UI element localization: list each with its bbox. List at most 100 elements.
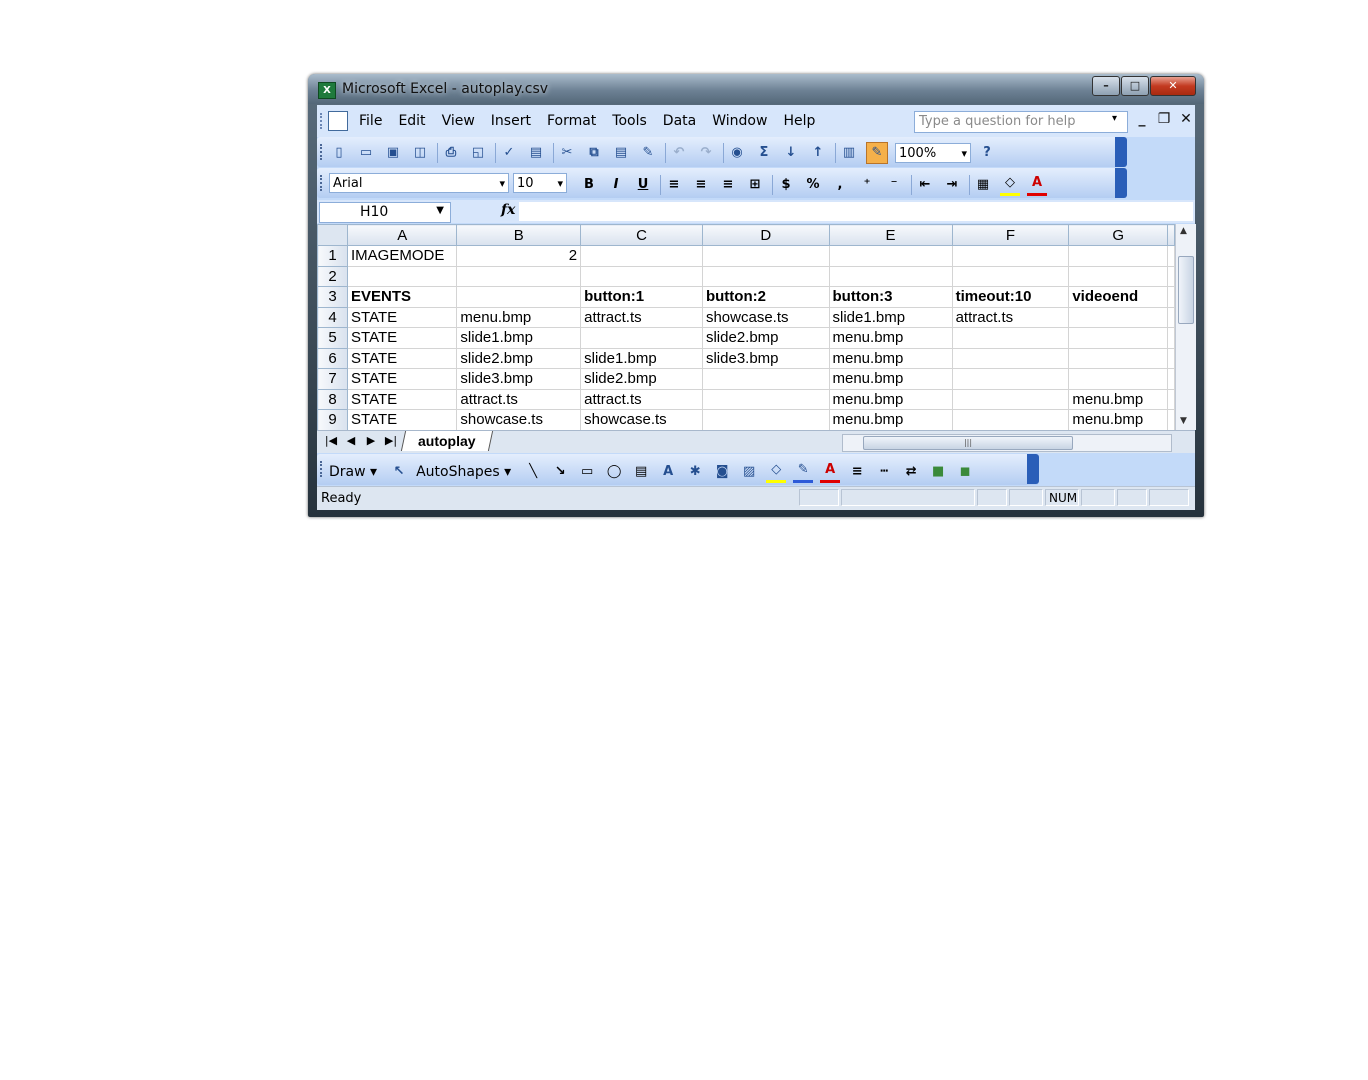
cell[interactable] [1167,388,1175,410]
arrow-style-icon[interactable]: ⇄ [901,462,921,482]
line-style-icon[interactable]: ≡ [847,462,867,482]
cell[interactable] [1167,409,1175,430]
chevron-down-icon[interactable]: ▼ [436,205,444,216]
text-box-icon[interactable]: ▤ [631,462,651,482]
cell[interactable] [1068,327,1168,349]
cell[interactable]: showcase.ts [580,409,703,430]
paste-icon[interactable]: ▤ [611,143,631,163]
next-sheet-icon[interactable]: ▶ [361,434,381,447]
cell[interactable]: menu.bmp [828,327,953,349]
menu-item-file[interactable]: File [359,113,382,129]
cell[interactable] [1167,306,1175,328]
cell[interactable]: slide2.bmp [580,368,703,390]
chart-wizard-icon[interactable]: ▥ [839,143,859,163]
row-header[interactable]: 5 [317,327,349,349]
help-dropdown-icon[interactable]: ▾ [1112,113,1117,124]
cell[interactable]: STATE [347,306,458,328]
cell[interactable] [1068,368,1168,390]
line-color-icon[interactable]: ✎ [793,460,814,483]
select-all-corner[interactable] [317,224,349,246]
cell[interactable]: attract.ts [580,306,703,328]
open-icon[interactable]: ▭ [356,143,376,163]
vertical-scrollbar[interactable]: ▲ ▼ [1175,224,1196,430]
insert-function-icon[interactable]: fx [501,202,515,218]
fill-color-icon[interactable]: ◇ [766,460,787,483]
cell[interactable] [1068,306,1168,328]
merge-center-icon[interactable]: ⊞ [745,175,765,195]
oval-icon[interactable]: ◯ [604,462,624,482]
cell[interactable]: menu.bmp [828,368,953,390]
cell[interactable] [951,347,1070,369]
cell[interactable]: menu.bmp [456,306,582,328]
cut-icon[interactable]: ✂ [557,143,577,163]
cell[interactable]: slide1.bmp [456,327,582,349]
underline-icon[interactable]: U [633,175,653,195]
italic-icon[interactable]: I [606,175,626,195]
close-button[interactable]: ✕ [1150,76,1196,96]
cell[interactable]: menu.bmp [828,388,953,410]
sort-ascending-icon[interactable]: ↓ [781,143,801,163]
vertical-scroll-thumb[interactable] [1178,256,1194,324]
shadow-style-icon[interactable]: ■ [928,462,948,482]
borders-icon[interactable]: ▦ [973,175,993,195]
horizontal-scroll-thumb[interactable]: ||| [863,436,1073,450]
line-icon[interactable]: ╲ [523,462,543,482]
row-header[interactable]: 2 [317,265,349,287]
select-objects-icon[interactable]: ↖ [389,462,409,482]
maximize-button[interactable]: □ [1121,76,1149,96]
cell[interactable]: slide2.bmp [701,327,830,349]
cell[interactable]: STATE [347,327,458,349]
rectangle-icon[interactable]: ▭ [577,462,597,482]
horizontal-scrollbar[interactable]: ||| [842,434,1172,452]
arrow-icon[interactable]: ↘ [550,462,570,482]
cell[interactable]: STATE [347,368,458,390]
font-color-icon[interactable]: A [1027,173,1047,196]
cell[interactable] [580,245,703,267]
cell[interactable]: 2 [456,245,582,267]
cell[interactable] [1167,265,1175,287]
cell[interactable] [1167,286,1175,308]
font-size-select[interactable]: 10 [513,173,567,194]
scroll-down-icon[interactable]: ▼ [1180,416,1187,426]
diagram-icon[interactable]: ✱ [685,462,705,482]
column-header[interactable]: G [1068,224,1168,246]
print-icon[interactable]: ⎙ [441,143,461,163]
doc-minimize-button[interactable]: _ [1131,111,1153,127]
cell[interactable] [828,245,953,267]
cell[interactable]: menu.bmp [1068,388,1168,410]
autoshapes-button[interactable]: AutoShapes ▾ [416,464,511,480]
cell[interactable] [1068,265,1168,287]
redo-icon[interactable]: ↷ [696,143,716,163]
cell[interactable]: button:2 [701,286,830,308]
cell[interactable] [1068,245,1168,267]
cell[interactable]: attract.ts [951,306,1070,328]
excel-app-icon[interactable]: X [318,82,336,99]
font-select[interactable]: Arial [329,173,509,194]
cell[interactable]: timeout:10 [951,286,1070,308]
clip-art-icon[interactable]: ◙ [712,462,732,482]
column-header[interactable]: B [456,224,582,246]
name-box[interactable]: H10 ▼ [319,202,451,223]
menu-item-data[interactable]: Data [663,113,696,129]
cell[interactable] [951,327,1070,349]
undo-icon[interactable]: ↶ [669,143,689,163]
minimize-button[interactable]: – [1092,76,1120,96]
cell[interactable] [1167,347,1175,369]
cell[interactable]: showcase.ts [701,306,830,328]
cell[interactable] [1167,245,1175,267]
menu-grip[interactable] [320,113,325,129]
scroll-up-icon[interactable]: ▲ [1180,226,1187,236]
cell[interactable] [347,265,458,287]
wordart-icon[interactable]: A [658,462,678,482]
toolbar-options-button[interactable] [1115,168,1127,198]
cell[interactable] [951,409,1070,430]
currency-icon[interactable]: $ [776,175,796,195]
sort-descending-icon[interactable]: ↑ [808,143,828,163]
cell[interactable]: slide1.bmp [580,347,703,369]
cell[interactable]: menu.bmp [1068,409,1168,430]
cell[interactable]: slide3.bmp [701,347,830,369]
title-bar[interactable]: X Microsoft Excel - autoplay.csv – □ ✕ [308,74,1204,104]
cell[interactable]: slide3.bmp [456,368,582,390]
cell[interactable]: menu.bmp [828,347,953,369]
save-icon[interactable]: ▣ [383,143,403,163]
